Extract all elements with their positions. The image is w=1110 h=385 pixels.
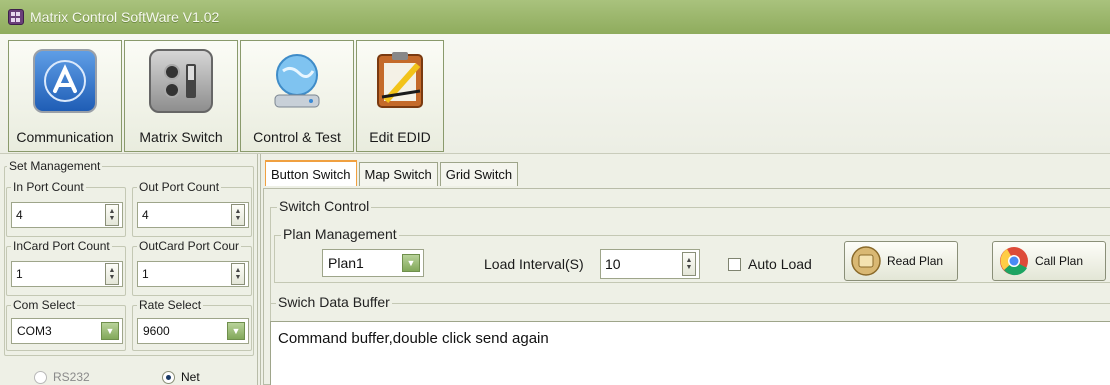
incard-port-group: InCard Port Count 1 ▲ ▼	[6, 239, 126, 296]
rate-select-group: Rate Select 9600 ▼	[132, 298, 252, 351]
chevron-down-icon[interactable]: ▼	[402, 254, 420, 272]
matrix-switch-label: Matrix Switch	[139, 129, 223, 145]
com-select-label: Com Select	[11, 298, 78, 312]
plan-select-dropdown[interactable]: Plan1 ▼	[322, 249, 424, 277]
set-management-title: Set Management	[7, 159, 103, 173]
main-toolbar: Communication Matrix Switch Control & Te…	[0, 34, 1110, 154]
com-select-group: Com Select COM3 ▼	[6, 298, 126, 351]
spin-updown-icon[interactable]: ▲ ▼	[231, 204, 245, 226]
switch-panel-icon	[149, 49, 213, 113]
spin-updown-icon[interactable]: ▲ ▼	[231, 263, 245, 285]
command-buffer-text: Command buffer,double click send again	[278, 330, 549, 347]
communication-button[interactable]: Communication	[8, 40, 122, 152]
clipboard-pencil-icon	[368, 49, 432, 113]
com-select-dropdown[interactable]: COM3 ▼	[11, 318, 123, 344]
edit-edid-button[interactable]: Edit EDID	[356, 40, 444, 152]
app-icon	[8, 9, 24, 25]
incard-port-value: 1	[16, 267, 23, 281]
load-interval-value: 10	[605, 256, 621, 272]
connection-mode-row: RS232 Net	[0, 370, 258, 385]
outcard-port-label: OutCard Port Cour	[137, 239, 242, 253]
spin-updown-icon[interactable]: ▲ ▼	[682, 252, 696, 276]
tab-grid-switch[interactable]: Grid Switch	[439, 162, 519, 186]
outcard-port-stepper[interactable]: 1 ▲ ▼	[137, 261, 249, 287]
in-port-label: In Port Count	[11, 180, 86, 194]
chrome-icon	[1000, 247, 1028, 276]
globe-drive-icon	[265, 49, 329, 113]
rate-select-label: Rate Select	[137, 298, 204, 312]
load-interval-label: Load Interval(S)	[484, 256, 584, 272]
title-bar: Matrix Control SoftWare V1.02	[0, 0, 1110, 34]
read-plan-button[interactable]: Read Plan	[844, 241, 958, 281]
radio-off-icon	[34, 370, 47, 384]
out-port-label: Out Port Count	[137, 180, 222, 194]
out-port-stepper[interactable]: 4 ▲ ▼	[137, 202, 249, 228]
read-plan-label: Read Plan	[887, 254, 944, 268]
set-management-panel: Set Management In Port Count 4 ▲ ▼ Out Po…	[0, 154, 258, 385]
switch-control-title: Switch Control	[277, 198, 372, 214]
tab-map-switch[interactable]: Map Switch	[358, 162, 438, 186]
edit-edid-label: Edit EDID	[369, 129, 431, 145]
control-test-button[interactable]: Control & Test	[240, 40, 354, 152]
plan-management-title: Plan Management	[281, 226, 399, 242]
load-interval-stepper[interactable]: 10 ▲ ▼	[600, 249, 700, 279]
tab-button-switch[interactable]: Button Switch	[265, 160, 357, 186]
net-radio[interactable]: Net	[162, 370, 200, 384]
out-port-value: 4	[142, 208, 149, 222]
in-port-stepper[interactable]: 4 ▲ ▼	[11, 202, 123, 228]
button-switch-page: Switch Control Plan Management Plan1 ▼ L…	[263, 188, 1110, 385]
outcard-port-group: OutCard Port Cour 1 ▲ ▼	[132, 239, 252, 296]
in-port-group: In Port Count 4 ▲ ▼	[6, 180, 126, 237]
incard-port-label: InCard Port Count	[11, 239, 112, 253]
window-title: Matrix Control SoftWare V1.02	[30, 9, 220, 25]
command-buffer-list[interactable]: Command buffer,double click send again	[270, 321, 1110, 385]
radio-on-icon	[162, 370, 175, 384]
incard-port-stepper[interactable]: 1 ▲ ▼	[11, 261, 123, 287]
rate-select-value: 9600	[143, 324, 170, 338]
com-select-value: COM3	[17, 324, 52, 338]
data-buffer-title: Swich Data Buffer	[276, 294, 392, 310]
rate-select-dropdown[interactable]: 9600 ▼	[137, 318, 249, 344]
app-store-icon	[33, 49, 97, 113]
spin-updown-icon[interactable]: ▲ ▼	[105, 263, 119, 285]
auto-load-checkbox[interactable]	[728, 258, 741, 271]
rs232-label: RS232	[53, 370, 90, 384]
matrix-switch-button[interactable]: Matrix Switch	[124, 40, 238, 152]
scroll-icon	[851, 246, 881, 276]
switch-panel: Button Switch Map Switch Grid Switch Swi…	[260, 154, 1110, 385]
out-port-group: Out Port Count 4 ▲ ▼	[132, 180, 252, 237]
call-plan-label: Call Plan	[1035, 254, 1084, 268]
in-port-value: 4	[16, 208, 23, 222]
switch-tabs: Button Switch Map Switch Grid Switch	[265, 160, 520, 188]
chevron-down-icon[interactable]: ▼	[101, 322, 119, 340]
auto-load-label: Auto Load	[748, 256, 812, 272]
spin-updown-icon[interactable]: ▲ ▼	[105, 204, 119, 226]
control-test-label: Control & Test	[253, 129, 341, 145]
plan-select-value: Plan1	[328, 255, 364, 271]
call-plan-button[interactable]: Call Plan	[992, 241, 1106, 281]
rs232-radio[interactable]: RS232	[34, 370, 90, 384]
outcard-port-value: 1	[142, 267, 149, 281]
chevron-down-icon[interactable]: ▼	[227, 322, 245, 340]
communication-label: Communication	[16, 129, 114, 145]
net-label: Net	[181, 370, 200, 384]
